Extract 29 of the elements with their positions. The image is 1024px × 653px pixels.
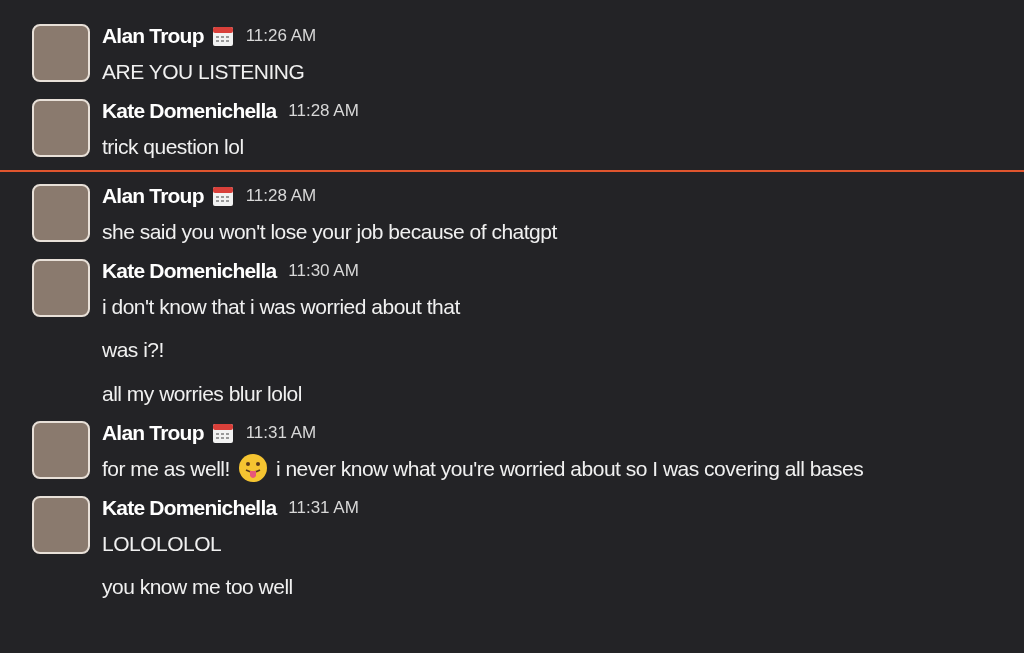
message-time[interactable]: 11:31 AM xyxy=(288,495,359,521)
author-name[interactable]: Alan Troup xyxy=(102,417,204,449)
tongue-face-emoji-icon xyxy=(237,453,268,484)
author-name[interactable]: Kate Domenichella xyxy=(102,255,277,287)
author-name[interactable]: Kate Domenichella xyxy=(102,492,277,524)
message-text: i never know what you're worried about so I was covering all bases xyxy=(275,455,864,482)
message-text: all my worries blur lolol xyxy=(102,380,302,407)
message-time[interactable]: 11:28 AM xyxy=(288,98,359,124)
message-time[interactable]: 11:30 AM xyxy=(288,258,359,284)
avatar-placeholder xyxy=(32,24,90,82)
message-time[interactable]: 11:31 AM xyxy=(245,420,317,446)
message-text: LOLOLOLOL xyxy=(102,530,222,557)
message-text: ARE YOU LISTENING xyxy=(102,58,305,85)
message-text: she said you won't lose your job because of chatgpt xyxy=(102,218,557,245)
message-text: for me as well! xyxy=(102,455,230,482)
author-name[interactable]: Alan Troup xyxy=(102,180,204,212)
message-time[interactable]: 11:26 AM xyxy=(245,23,317,49)
message-text: trick question lol xyxy=(102,133,244,160)
message-text: i don't know that i was worried about that xyxy=(102,293,460,320)
message-text: was i?! xyxy=(102,337,164,363)
avatar-placeholder xyxy=(32,259,90,317)
avatar-placeholder xyxy=(32,99,90,157)
avatar-placeholder xyxy=(32,421,90,479)
avatar-placeholder xyxy=(32,184,90,242)
message-text: you know me too well xyxy=(102,574,293,600)
avatar-placeholder xyxy=(32,496,90,554)
message-time[interactable]: 11:28 AM xyxy=(245,183,317,209)
author-name[interactable]: Kate Domenichella xyxy=(102,95,277,127)
author-name[interactable]: Alan Troup xyxy=(102,20,204,52)
